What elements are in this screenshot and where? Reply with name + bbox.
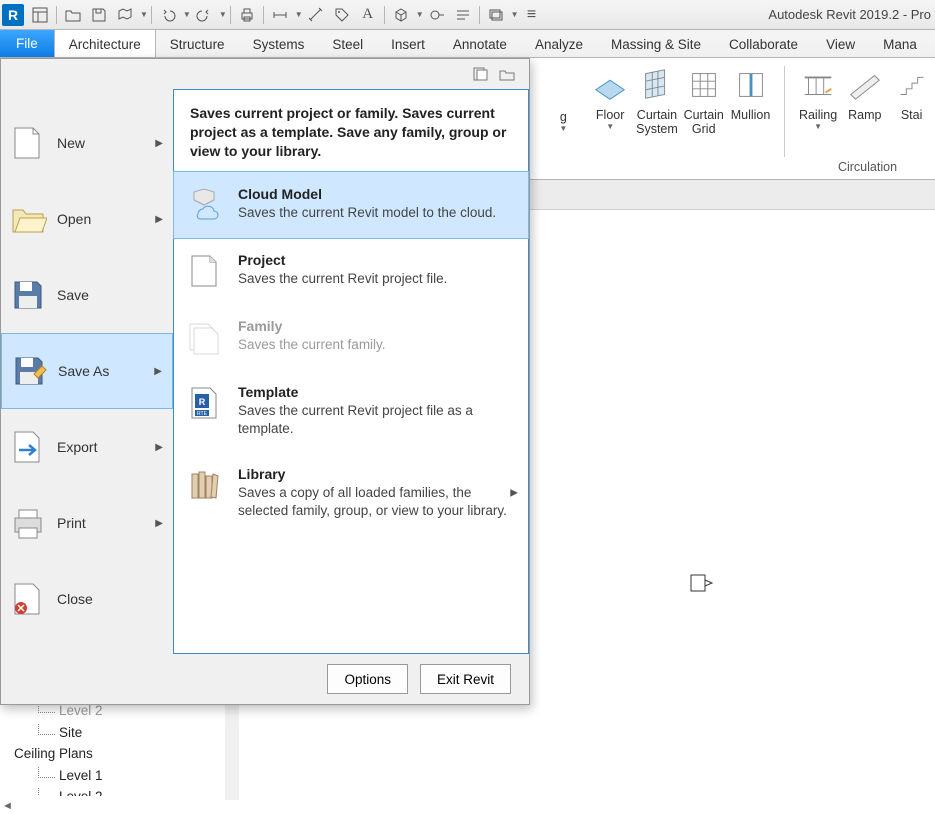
curtain-system-icon xyxy=(638,66,676,104)
svg-text:RTE: RTE xyxy=(197,411,208,417)
file-menu-export[interactable]: Export▶ xyxy=(1,409,173,485)
cursor-icon xyxy=(690,574,714,592)
tab-file[interactable]: File xyxy=(0,30,54,57)
ribbon-btn-curtain-system[interactable]: Curtain System xyxy=(634,62,681,179)
tree-item[interactable]: Level 1 xyxy=(10,765,103,787)
tab-massing-site[interactable]: Massing & Site xyxy=(597,30,715,57)
undo-icon[interactable] xyxy=(156,3,180,27)
section-icon[interactable] xyxy=(425,3,449,27)
switch-windows-icon[interactable]: ≡ xyxy=(520,3,544,27)
save-icon[interactable] xyxy=(87,3,111,27)
file-menu-dropdown: New▶ Open▶ Save Save As▶ Export▶ Print▶ xyxy=(0,58,530,705)
print-icon xyxy=(9,504,47,542)
exit-revit-button[interactable]: Exit Revit xyxy=(420,664,511,694)
file-menu-footer: Options Exit Revit xyxy=(1,654,529,704)
close-file-icon xyxy=(9,580,47,618)
tab-annotate[interactable]: Annotate xyxy=(439,30,521,57)
file-menu-open[interactable]: Open▶ xyxy=(1,181,173,257)
tab-manage[interactable]: Mana xyxy=(869,30,931,57)
close-windows-icon[interactable] xyxy=(484,3,508,27)
project-browser[interactable]: Level 2 Site Ceiling Plans Level 1 Level… xyxy=(10,700,103,796)
tab-analyze[interactable]: Analyze xyxy=(521,30,597,57)
revit-logo-icon[interactable]: R xyxy=(2,4,24,26)
text-icon[interactable]: A xyxy=(356,3,380,27)
recent-docs-small-icon[interactable] xyxy=(471,65,491,83)
sync-icon[interactable] xyxy=(113,3,137,27)
thin-lines-icon[interactable] xyxy=(451,3,475,27)
ribbon-btn-floor[interactable]: Floor▼ xyxy=(587,62,634,179)
open-icon[interactable] xyxy=(61,3,85,27)
aligned-dim-icon[interactable] xyxy=(304,3,328,27)
save-as-project[interactable]: ProjectSaves the current Revit project f… xyxy=(174,238,528,304)
save-as-disk-icon xyxy=(10,352,48,390)
curtain-grid-icon xyxy=(685,66,723,104)
family-file-icon xyxy=(186,318,224,356)
ribbon-btn-cut[interactable]: g▼ xyxy=(540,62,587,179)
tab-architecture[interactable]: Architecture xyxy=(54,30,156,57)
file-menu-print[interactable]: Print▶ xyxy=(1,485,173,561)
floor-icon xyxy=(591,66,629,104)
file-menu-new[interactable]: New▶ xyxy=(1,105,173,181)
options-button[interactable]: Options xyxy=(327,664,408,694)
ribbon-btn-mullion[interactable]: Mullion xyxy=(727,62,774,179)
redo-icon[interactable] xyxy=(192,3,216,27)
recent-docs-large-icon[interactable] xyxy=(497,65,517,83)
new-file-icon xyxy=(9,124,47,162)
file-menu-save-as[interactable]: Save As▶ xyxy=(1,333,173,409)
file-menu-save[interactable]: Save xyxy=(1,257,173,333)
submenu-arrow-icon: ▶ xyxy=(510,488,518,499)
submenu-header: Saves current project or family. Saves c… xyxy=(174,90,528,172)
scroll-left-arrow[interactable]: ◄ xyxy=(2,800,13,812)
save-as-family: FamilySaves the current family. xyxy=(174,304,528,370)
ramp-icon xyxy=(846,66,884,104)
properties-icon[interactable] xyxy=(28,3,52,27)
print-icon[interactable] xyxy=(235,3,259,27)
mullion-icon xyxy=(732,66,770,104)
quick-access-toolbar: R ▼ ▼ ▼ ▼ A ▼ ▼ ≡ Autodesk Revit 2019.2 … xyxy=(0,0,935,30)
open-folder-icon xyxy=(9,200,47,238)
save-disk-icon xyxy=(9,276,47,314)
stair-icon xyxy=(893,66,931,104)
template-file-icon: R RTE xyxy=(186,384,224,422)
ribbon-btn-curtain-grid[interactable]: Curtain Grid xyxy=(680,62,727,179)
tab-systems[interactable]: Systems xyxy=(239,30,319,57)
save-as-template[interactable]: RRTE TemplateSaves the current Revit pro… xyxy=(174,370,528,452)
3d-view-icon[interactable] xyxy=(389,3,413,27)
tree-item[interactable]: Ceiling Plans xyxy=(10,743,103,765)
railing-icon xyxy=(799,66,837,104)
file-menu-left-column: New▶ Open▶ Save Save As▶ Export▶ Print▶ xyxy=(1,89,173,654)
tab-view[interactable]: View xyxy=(812,30,869,57)
save-as-submenu: Saves current project or family. Saves c… xyxy=(173,89,529,654)
save-as-cloud-model[interactable]: Cloud ModelSaves the current Revit model… xyxy=(173,171,529,239)
tab-collaborate[interactable]: Collaborate xyxy=(715,30,812,57)
file-menu-close[interactable]: Close xyxy=(1,561,173,637)
tab-insert[interactable]: Insert xyxy=(377,30,439,57)
app-title: Autodesk Revit 2019.2 - Pro xyxy=(768,7,931,22)
cloud-model-icon xyxy=(186,186,224,224)
tab-steel[interactable]: Steel xyxy=(318,30,377,57)
measure-icon[interactable] xyxy=(268,3,292,27)
svg-text:R: R xyxy=(199,397,206,407)
tree-item[interactable]: Site xyxy=(10,722,103,744)
tab-structure[interactable]: Structure xyxy=(156,30,239,57)
menu-bar: File Architecture Structure Systems Stee… xyxy=(0,30,935,58)
export-icon xyxy=(9,428,47,466)
project-file-icon xyxy=(186,252,224,290)
ribbon-group-circulation: Circulation xyxy=(800,160,935,174)
tag-icon[interactable] xyxy=(330,3,354,27)
save-as-library[interactable]: LibrarySaves a copy of all loaded famili… xyxy=(174,452,528,534)
library-icon xyxy=(186,466,224,504)
tree-item[interactable]: Level 2 xyxy=(10,786,103,796)
